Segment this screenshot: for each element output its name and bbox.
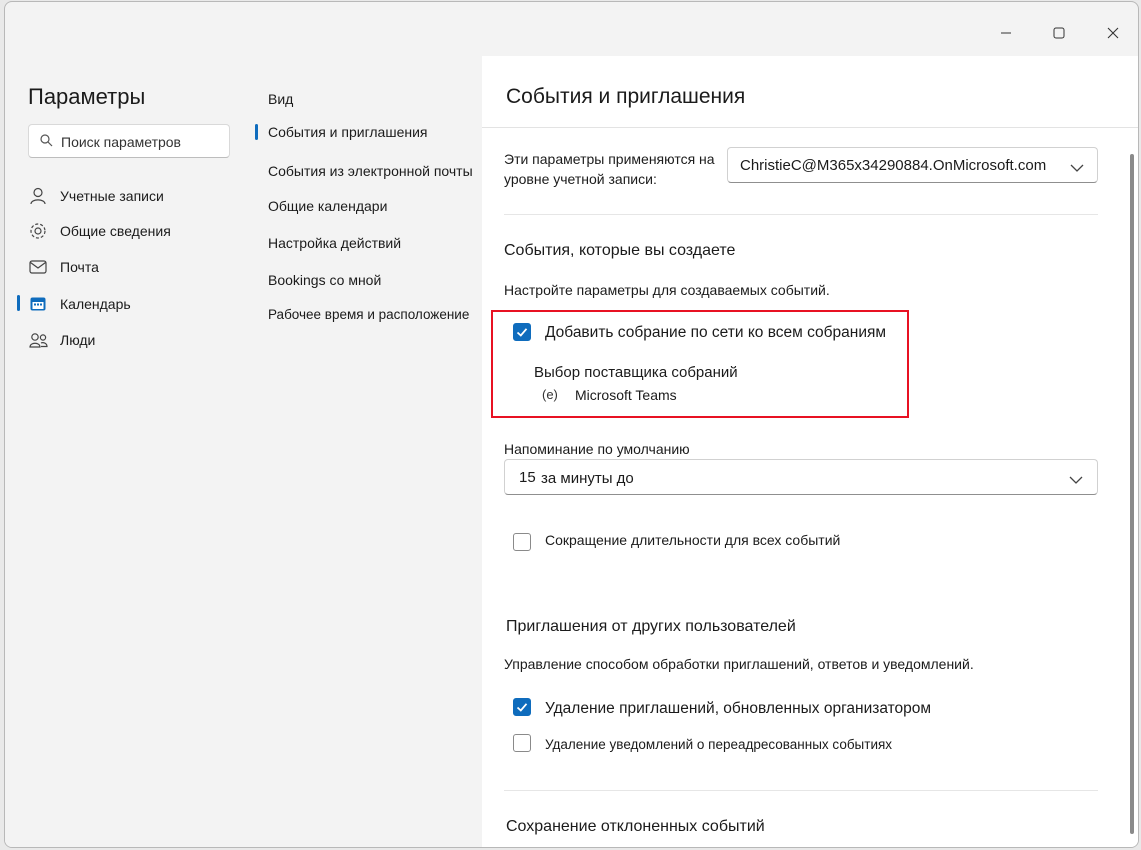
nav-item-calendar[interactable]: Календарь bbox=[5, 289, 255, 319]
account-select-value: ChristieC@M365x34290884.OnMicrosoft.com bbox=[740, 157, 1047, 174]
mail-icon bbox=[29, 258, 47, 276]
subnav-item-view[interactable]: Вид bbox=[268, 91, 293, 107]
nav-item-mail[interactable]: Почта bbox=[5, 252, 255, 282]
online-meeting-label: Добавить собрание по сети ко всем собран… bbox=[545, 324, 887, 341]
subnav-item-customize-actions[interactable]: Настройка действий bbox=[268, 235, 401, 251]
subnav-item-events-invites[interactable]: События и приглашения bbox=[268, 124, 427, 140]
scrollbar-thumb[interactable] bbox=[1130, 154, 1134, 834]
reminder-select[interactable]: 15 за минуты до bbox=[504, 459, 1098, 495]
nav-item-label: Учетные записи bbox=[60, 188, 164, 204]
page-title: События и приглашения bbox=[506, 85, 746, 108]
subnav-item-shared-calendars[interactable]: Общие календари bbox=[268, 198, 387, 214]
invites-heading: Приглашения от других пользователей bbox=[506, 618, 796, 635]
close-icon[interactable] bbox=[1102, 22, 1124, 44]
nav-item-label: Почта bbox=[60, 259, 99, 275]
chevron-down-icon bbox=[1069, 472, 1083, 490]
delete-forward-label: Удаление уведомлений о переадресованных … bbox=[545, 737, 893, 752]
subnav-item-bookings[interactable]: Bookings со мной bbox=[268, 272, 381, 288]
created-events-heading: События, которые вы создаете bbox=[504, 242, 736, 259]
provider-radio[interactable]: (e) bbox=[542, 387, 558, 402]
invites-description: Управление способом обработки приглашени… bbox=[504, 656, 974, 672]
created-events-description: Настройте параметры для создаваемых собы… bbox=[504, 282, 830, 298]
subnav-item-events-from-email[interactable]: События из электронной почты bbox=[268, 163, 473, 179]
nav-item-people[interactable]: Люди bbox=[5, 325, 255, 355]
delete-forward-checkbox[interactable] bbox=[513, 734, 531, 752]
delete-updated-label: Удаление приглашений, обновленных органи… bbox=[545, 700, 932, 717]
search-icon bbox=[40, 134, 53, 152]
person-icon bbox=[29, 187, 47, 205]
search-placeholder: Поиск параметров bbox=[61, 134, 181, 150]
reminder-suffix: за минуты до bbox=[541, 470, 634, 487]
search-input[interactable]: Поиск параметров bbox=[28, 124, 230, 158]
delete-updated-checkbox[interactable] bbox=[513, 698, 531, 716]
maximize-icon[interactable] bbox=[1048, 22, 1070, 44]
settings-title: Параметры bbox=[28, 84, 146, 109]
nav-item-label: Календарь bbox=[60, 296, 131, 312]
section-divider bbox=[504, 790, 1098, 791]
settings-content: События и приглашения Эти параметры прим… bbox=[482, 56, 1138, 847]
title-divider bbox=[482, 127, 1138, 128]
provider-label: Выбор поставщика собраний bbox=[534, 364, 738, 381]
shorten-events-checkbox[interactable] bbox=[513, 533, 531, 551]
minimize-icon[interactable] bbox=[995, 22, 1017, 44]
calendar-icon bbox=[29, 295, 47, 313]
account-scope-label: Эти параметры применяются на уровне учет… bbox=[504, 151, 715, 187]
subnav-selected-indicator bbox=[255, 124, 258, 140]
people-icon bbox=[29, 331, 48, 349]
provider-value: Microsoft Teams bbox=[575, 387, 677, 403]
reminder-value: 15 bbox=[519, 469, 536, 486]
nav-item-label: Общие сведения bbox=[60, 223, 171, 239]
subnav-item-work-hours[interactable]: Рабочее время и расположение bbox=[268, 307, 469, 322]
checkmark-icon bbox=[516, 328, 528, 337]
settings-nav: Параметры Поиск параметров Учетные запис… bbox=[5, 56, 255, 847]
section-divider bbox=[504, 214, 1098, 215]
online-meeting-checkbox[interactable] bbox=[513, 323, 531, 341]
account-select[interactable]: ChristieC@M365x34290884.OnMicrosoft.com bbox=[727, 147, 1098, 183]
reminder-label: Напоминание по умолчанию bbox=[504, 441, 690, 457]
nav-item-accounts[interactable]: Учетные записи bbox=[5, 181, 255, 211]
checkmark-icon bbox=[516, 703, 528, 712]
chevron-down-icon bbox=[1070, 160, 1084, 178]
nav-item-general[interactable]: Общие сведения bbox=[5, 216, 255, 246]
nav-item-label: Люди bbox=[60, 332, 96, 348]
gear-icon bbox=[29, 222, 47, 240]
declined-heading: Сохранение отклоненных событий bbox=[506, 818, 765, 835]
settings-window: Параметры Поиск параметров Учетные запис… bbox=[4, 1, 1139, 848]
calendar-subnav: Вид События и приглашения События из эле… bbox=[255, 56, 482, 847]
shorten-events-label: Сокращение длительности для всех событий bbox=[545, 532, 841, 548]
